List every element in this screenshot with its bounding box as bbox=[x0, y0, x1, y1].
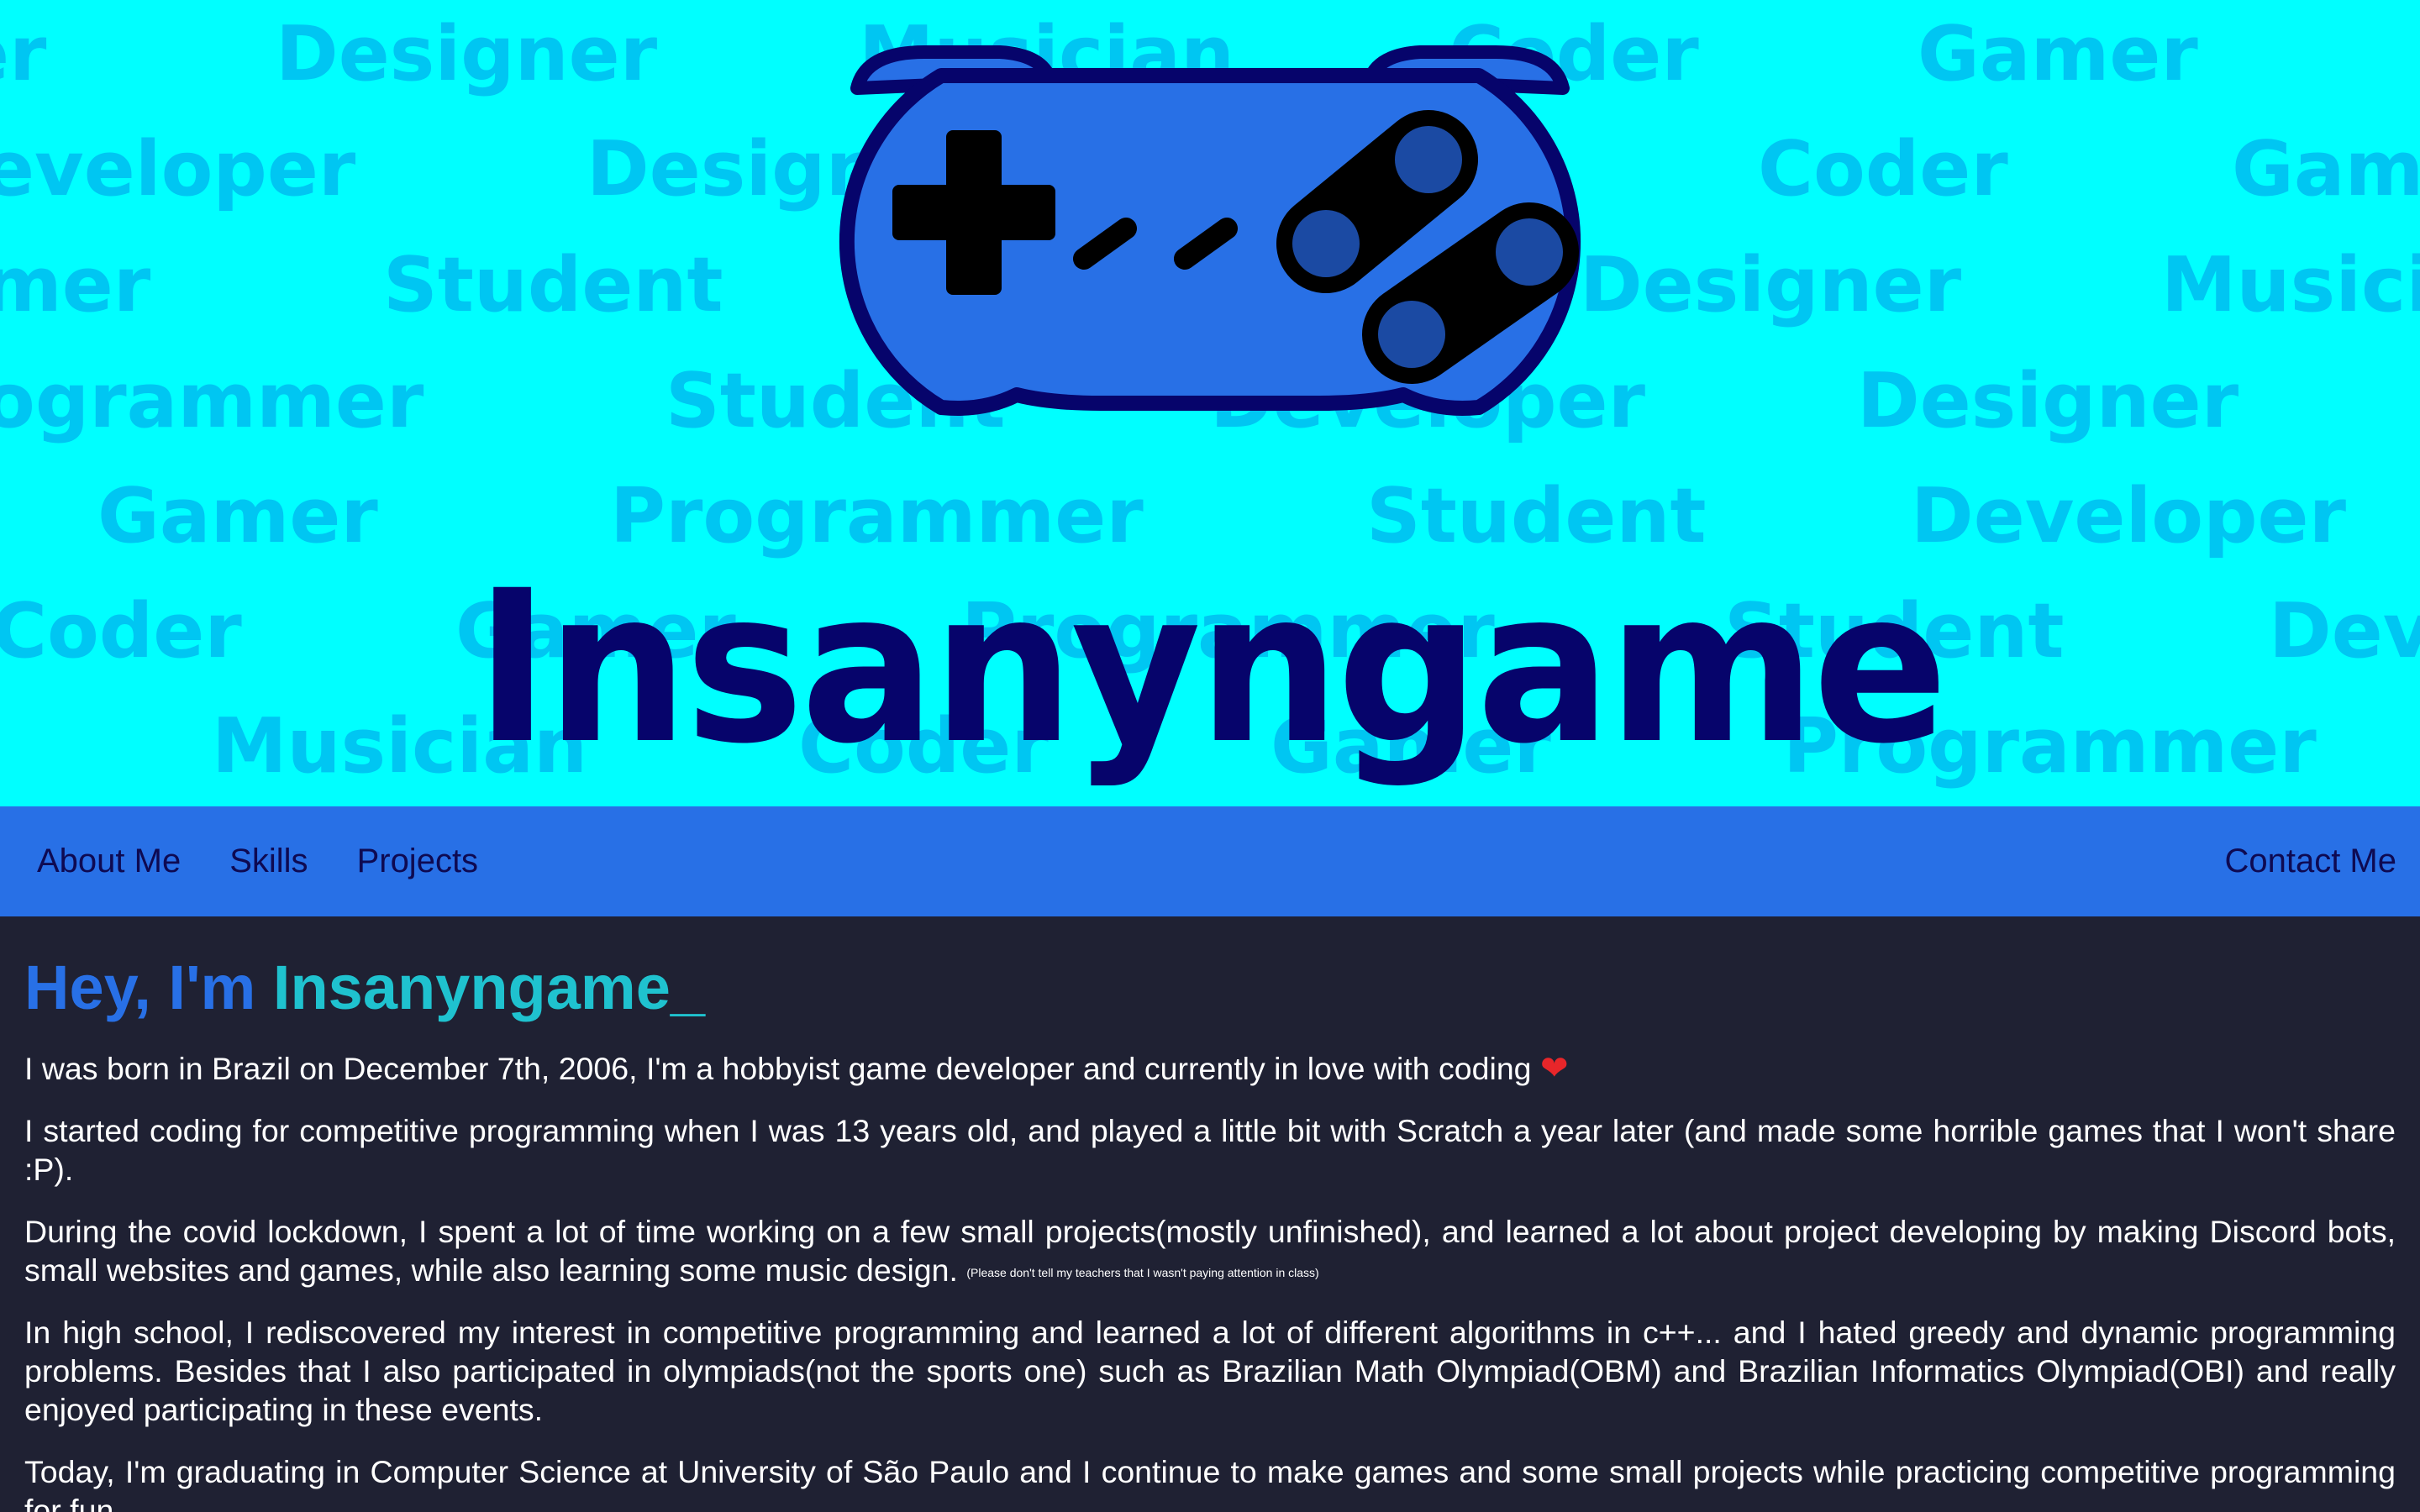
bio-paragraph-3: During the covid lockdown, I spent a lot… bbox=[24, 1212, 2396, 1289]
about-section: Hey, I'm Insanyngame_ I was born in Braz… bbox=[0, 916, 2420, 1512]
page-title: Hey, I'm Insanyngame_ bbox=[24, 957, 2396, 1019]
brand-wordmark: Insanyngame bbox=[475, 545, 1948, 790]
background-word: eveloper bbox=[0, 125, 356, 213]
bio-paragraph-1: I was born in Brazil on December 7th, 20… bbox=[24, 1049, 2396, 1088]
nav-link-about-me[interactable]: About Me bbox=[37, 843, 181, 880]
background-word: er bbox=[0, 10, 47, 98]
background-word: Designer bbox=[1857, 357, 2239, 445]
small-print-note: (Please don't tell my teachers that I wa… bbox=[966, 1266, 1319, 1280]
background-word: ogrammer bbox=[0, 357, 424, 445]
hero-banner: er Designer Musician Coder Gamer evelope… bbox=[0, 0, 2420, 806]
background-word: Student bbox=[1366, 472, 1707, 560]
typing-cursor: _ bbox=[670, 953, 706, 1022]
top-navigation: About Me Skills Projects Contact Me bbox=[0, 806, 2420, 916]
bio-paragraph-5: Today, I'm graduating in Computer Scienc… bbox=[24, 1454, 2396, 1512]
background-word: Musician bbox=[2161, 241, 2420, 329]
background-word: mer bbox=[0, 241, 151, 329]
bio-text: I was born in Brazil on December 7th, 20… bbox=[24, 1051, 1532, 1086]
background-word: Gamer bbox=[97, 472, 378, 560]
nav-link-contact-me[interactable]: Contact Me bbox=[2224, 843, 2396, 880]
heart-icon: ❤ bbox=[1539, 1049, 1569, 1088]
background-word: Gamer bbox=[1918, 10, 2198, 98]
nav-link-projects[interactable]: Projects bbox=[357, 843, 479, 880]
background-word: Gamer bbox=[2232, 125, 2420, 213]
background-word: Programmer bbox=[610, 472, 1144, 560]
background-word: Developer bbox=[1911, 472, 2346, 560]
gamepad-logo-icon bbox=[839, 45, 1581, 416]
headline-prefix: Hey, I'm bbox=[24, 953, 273, 1022]
bio-paragraph-2: I started coding for competitive program… bbox=[24, 1113, 2396, 1187]
nav-link-skills[interactable]: Skills bbox=[229, 843, 308, 880]
background-word: Designer bbox=[276, 10, 658, 98]
headline-name: Insanyngame bbox=[272, 953, 671, 1022]
background-word: Student bbox=[383, 241, 723, 329]
bio-paragraph-4: In high school, I rediscovered my intere… bbox=[24, 1315, 2396, 1427]
background-word: Coder bbox=[1758, 125, 2008, 213]
